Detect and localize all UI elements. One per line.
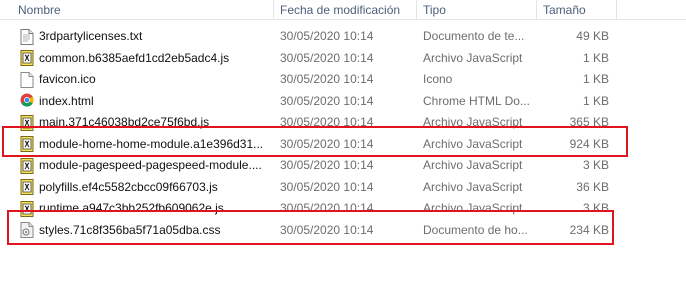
file-date: 30/05/2020 10:14 <box>280 115 374 130</box>
file-date: 30/05/2020 10:14 <box>280 179 374 194</box>
file-name-cell: runtime.a947c3bb252fb609062e.js <box>0 198 274 219</box>
file-size: 924 KB <box>569 136 609 151</box>
file-row[interactable]: favicon.ico 30/05/2020 10:14 Icono 1 KB <box>0 69 686 91</box>
file-date: 30/05/2020 10:14 <box>280 72 374 87</box>
file-type: Archivo JavaScript <box>423 179 523 194</box>
file-size: 1 KB <box>582 93 609 108</box>
file-date: 30/05/2020 10:14 <box>280 201 374 216</box>
file-date: 30/05/2020 10:14 <box>280 50 374 65</box>
javascript-file-icon <box>20 50 34 67</box>
file-name-cell: 3rdpartylicenses.txt <box>0 26 274 47</box>
file-name: module-home-home-module.a1e396d31... <box>39 136 264 151</box>
file-name-cell: index.html <box>0 91 274 112</box>
file-size: 3 KB <box>582 158 609 173</box>
file-type: Archivo JavaScript <box>423 50 523 65</box>
file-size: 49 KB <box>576 29 609 44</box>
file-type: Archivo JavaScript <box>423 136 523 151</box>
file-name: common.b6385aefd1cd2eb5adc4.js <box>39 50 230 65</box>
file-name: polyfills.ef4c5582cbcc09f66703.js <box>39 179 218 194</box>
text-file-icon <box>20 28 34 45</box>
javascript-file-icon <box>20 157 34 174</box>
file-row[interactable]: styles.71c8f356ba5f71a05dba.css 30/05/202… <box>0 220 686 242</box>
javascript-file-icon <box>20 179 34 196</box>
file-date: 30/05/2020 10:14 <box>280 93 374 108</box>
file-size: 365 KB <box>569 115 609 130</box>
file-name: main.371c46038bd2ce75f6bd.js <box>39 115 210 130</box>
file-type: Archivo JavaScript <box>423 158 523 173</box>
file-type: Documento de te... <box>423 29 525 44</box>
file-list: 3rdpartylicenses.txt 30/05/2020 10:14 Docu… <box>0 26 686 241</box>
file-row[interactable]: module-pagespeed-pagespeed-module.... 30/… <box>0 155 686 177</box>
file-name-cell: styles.71c8f356ba5f71a05dba.css <box>0 220 274 241</box>
file-type: Chrome HTML Do... <box>423 93 530 108</box>
file-name: styles.71c8f356ba5f71a05dba.css <box>39 222 221 237</box>
file-date: 30/05/2020 10:14 <box>280 158 374 173</box>
file-name-cell: module-home-home-module.a1e396d31... <box>0 134 274 155</box>
column-header-type[interactable]: Tipo <box>417 0 537 20</box>
file-size: 1 KB <box>582 72 609 87</box>
file-row[interactable]: runtime.a947c3bb252fb609062e.js 30/05/202… <box>0 198 686 220</box>
file-name: favicon.ico <box>39 72 96 87</box>
file-name-cell: common.b6385aefd1cd2eb5adc4.js <box>0 48 274 69</box>
file-row[interactable]: main.371c46038bd2ce75f6bd.js 30/05/2020 1… <box>0 112 686 134</box>
file-name-cell: favicon.ico <box>0 69 274 90</box>
javascript-file-icon <box>20 136 34 153</box>
file-size: 1 KB <box>582 50 609 65</box>
file-row[interactable]: 3rdpartylicenses.txt 30/05/2020 10:14 Docu… <box>0 26 686 48</box>
file-name: index.html <box>39 93 94 108</box>
file-row[interactable]: polyfills.ef4c5582cbcc09f66703.js 30/05/2… <box>0 177 686 199</box>
javascript-file-icon <box>20 200 34 217</box>
css-file-icon <box>20 222 34 239</box>
file-name-cell: module-pagespeed-pagespeed-module.... <box>0 155 274 176</box>
ico-file-icon <box>20 71 34 88</box>
file-size: 234 KB <box>569 222 609 237</box>
file-date: 30/05/2020 10:14 <box>280 29 374 44</box>
file-size: 3 KB <box>582 201 609 216</box>
file-type: Archivo JavaScript <box>423 201 523 216</box>
file-size: 36 KB <box>576 179 609 194</box>
file-type: Archivo JavaScript <box>423 115 523 130</box>
chrome-html-icon <box>20 93 34 109</box>
file-row[interactable]: module-home-home-module.a1e396d31... 30/0… <box>0 134 686 156</box>
file-name: module-pagespeed-pagespeed-module.... <box>39 158 262 173</box>
file-row[interactable]: common.b6385aefd1cd2eb5adc4.js 30/05/2020… <box>0 48 686 70</box>
file-date: 30/05/2020 10:14 <box>280 136 374 151</box>
file-type: Icono <box>423 72 453 87</box>
file-name-cell: polyfills.ef4c5582cbcc09f66703.js <box>0 177 274 198</box>
javascript-file-icon <box>20 114 34 131</box>
file-row[interactable]: index.html 30/05/2020 10:14 Chrome HTML Do… <box>0 91 686 113</box>
file-name: 3rdpartylicenses.txt <box>39 29 143 44</box>
column-header-size[interactable]: Tamaño <box>537 0 617 20</box>
column-header-date[interactable]: Fecha de modificación <box>274 0 417 20</box>
file-type: Documento de ho... <box>423 222 528 237</box>
column-header-name[interactable]: Nombre <box>0 0 274 20</box>
file-name-cell: main.371c46038bd2ce75f6bd.js <box>0 112 274 133</box>
file-date: 30/05/2020 10:14 <box>280 222 374 237</box>
column-header-bar: Nombre Fecha de modificación Tipo Tamaño <box>0 0 686 20</box>
file-name: runtime.a947c3bb252fb609062e.js <box>39 201 224 216</box>
